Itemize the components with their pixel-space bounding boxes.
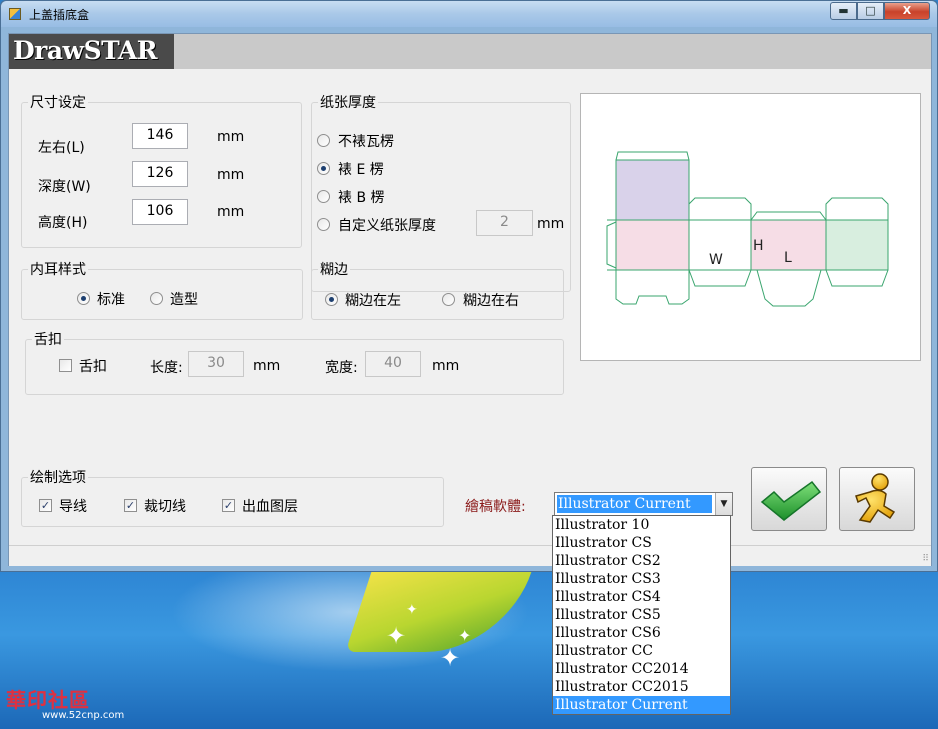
app-icon	[9, 8, 21, 20]
software-option[interactable]: Illustrator CS2	[553, 552, 730, 570]
b-flute-radio[interactable]	[317, 190, 330, 203]
header-band: DrawSTAR	[9, 34, 931, 69]
chevron-down-icon[interactable]: ▼	[715, 493, 732, 515]
ear-standard-label: 标准	[97, 292, 125, 308]
size-group-legend: 尺寸设定	[30, 95, 86, 111]
run-button[interactable]	[839, 467, 915, 531]
draw-group-legend: 绘制选项	[30, 470, 86, 486]
close-button[interactable]: X	[884, 2, 930, 20]
ear-group-legend: 内耳样式	[30, 262, 86, 278]
watermark-url: www.52cnp.com	[42, 710, 125, 721]
tongue-length-input[interactable]: 30	[188, 351, 244, 377]
tongue-width-input[interactable]: 40	[365, 351, 421, 377]
tongue-length-label: 长度:	[150, 360, 183, 376]
tongue-length-unit: mm	[253, 358, 281, 374]
guide-lines-label: 导线	[59, 499, 87, 515]
guide-lines-checkbox[interactable]: ✓	[39, 499, 52, 512]
glue-left-label: 糊边在左	[345, 293, 401, 309]
software-selected-value: Illustrator Current	[557, 495, 712, 513]
length-label: 左右(L)	[38, 140, 85, 156]
software-label: 繪稿軟體:	[465, 499, 526, 515]
software-select[interactable]: Illustrator Current ▼	[554, 492, 733, 516]
software-option[interactable]: Illustrator CC2014	[553, 660, 730, 678]
cut-lines-label: 裁切线	[144, 499, 186, 515]
window-title: 上盖插底盒	[29, 8, 90, 22]
right-end-panel	[825, 219, 889, 271]
software-option[interactable]: Illustrator Current	[553, 696, 730, 714]
no-corrugated-radio[interactable]	[317, 134, 330, 147]
dieline-preview: W H L	[580, 93, 921, 361]
custom-thickness-unit: mm	[537, 216, 565, 232]
depth-input[interactable]: 126	[132, 161, 188, 187]
watermark: 華印社區 www.52cnp.com	[6, 684, 136, 724]
flower-icon: ✦	[406, 602, 418, 618]
flower-icon: ✦	[440, 644, 461, 672]
length-input[interactable]: 146	[132, 123, 188, 149]
software-option[interactable]: Illustrator CS6	[553, 624, 730, 642]
glue-group-legend: 糊边	[320, 262, 348, 278]
ear-shaped-label: 造型	[170, 292, 198, 308]
custom-thickness-label: 自定义纸张厚度	[338, 218, 436, 234]
software-option[interactable]: Illustrator CS3	[553, 570, 730, 588]
height-unit: mm	[217, 204, 245, 220]
custom-thickness-radio[interactable]	[317, 218, 330, 231]
running-man-icon	[855, 473, 896, 523]
height-label: 高度(H)	[38, 215, 88, 231]
flower-icon: ✦	[458, 626, 472, 645]
client-area: DrawSTAR 尺寸设定 左右(L) 146 mm 深度(W) 126 mm …	[8, 33, 932, 566]
software-option[interactable]: Illustrator CC2015	[553, 678, 730, 696]
maximize-button[interactable]: □	[857, 2, 884, 20]
ear-shaped-radio[interactable]	[150, 292, 163, 305]
minimize-button[interactable]: ▬	[830, 2, 857, 20]
inner-ear-group: 内耳样式	[21, 259, 303, 320]
title-bar[interactable]: 上盖插底盒 ▬ □ X	[1, 1, 937, 27]
bleed-layer-label: 出血图层	[242, 499, 298, 515]
h-dimension-label: H	[753, 238, 764, 254]
glue-right-radio[interactable]	[442, 293, 455, 306]
software-dropdown-list[interactable]: Illustrator 10 Illustrator CS Illustrator …	[552, 515, 731, 715]
tongue-lock-checkbox[interactable]	[59, 359, 72, 372]
software-option[interactable]: Illustrator CS	[553, 534, 730, 552]
ear-standard-radio[interactable]	[77, 292, 90, 305]
software-option[interactable]: Illustrator CS4	[553, 588, 730, 606]
left-end-panel	[615, 219, 690, 271]
status-bar: ⠿	[9, 545, 931, 566]
paper-group-legend: 纸张厚度	[320, 95, 376, 111]
length-unit: mm	[217, 129, 245, 145]
tongue-lock-label: 舌扣	[79, 359, 107, 375]
glue-right-label: 糊边在右	[463, 293, 519, 309]
e-flute-radio[interactable]	[317, 162, 330, 175]
ok-button[interactable]	[751, 467, 827, 531]
w-dimension-label: W	[709, 252, 723, 268]
tongue-group-legend: 舌扣	[34, 332, 62, 348]
software-option[interactable]: Illustrator 10	[553, 516, 730, 534]
b-flute-label: 裱 B 楞	[338, 190, 385, 206]
flower-icon: ✦	[386, 622, 407, 650]
software-option[interactable]: Illustrator CS5	[553, 606, 730, 624]
lid-panel	[615, 159, 690, 221]
l-dimension-label: L	[784, 250, 792, 266]
resize-grip-icon[interactable]: ⠿	[922, 554, 929, 564]
tongue-width-unit: mm	[432, 358, 460, 374]
software-option[interactable]: Illustrator CC	[553, 642, 730, 660]
dieline-drawing: W H L	[606, 151, 889, 307]
glue-flap	[606, 221, 617, 269]
bleed-layer-checkbox[interactable]: ✓	[222, 499, 235, 512]
drawstar-logo: DrawSTAR	[9, 34, 174, 69]
depth-unit: mm	[217, 167, 245, 183]
e-flute-label: 裱 E 楞	[338, 162, 384, 178]
cut-lines-checkbox[interactable]: ✓	[124, 499, 137, 512]
depth-label: 深度(W)	[38, 179, 91, 195]
check-icon	[760, 480, 822, 521]
desktop-background: ✦ ✦ ✦ ✦ 華印社區 www.52cnp.com	[0, 572, 938, 729]
height-input[interactable]: 106	[132, 199, 188, 225]
app-window: 上盖插底盒 ▬ □ X DrawSTAR 尺寸设定 左右(L) 146 mm 深…	[0, 0, 938, 572]
glue-left-radio[interactable]	[325, 293, 338, 306]
custom-thickness-input[interactable]: 2	[476, 210, 533, 236]
no-corrugated-label: 不裱瓦楞	[338, 134, 394, 150]
tongue-width-label: 宽度:	[325, 360, 358, 376]
watermark-brand: 華印社區	[6, 688, 90, 712]
